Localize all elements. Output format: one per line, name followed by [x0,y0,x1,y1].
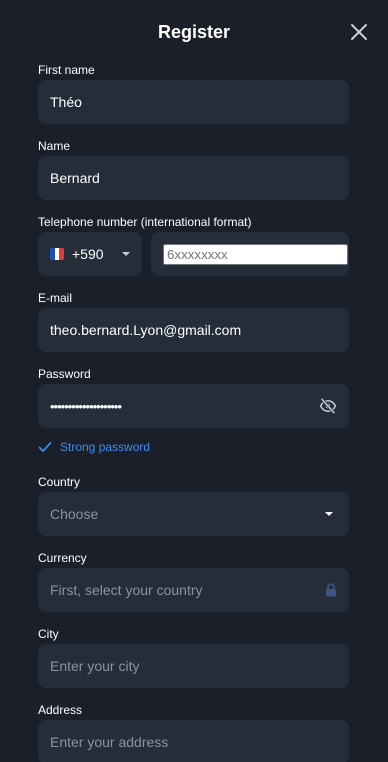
telephone-label: Telephone number (international format) [38,215,252,229]
currency-placeholder: First, select your country [50,582,203,598]
check-icon [38,442,52,452]
name-label: Name [38,139,71,153]
country-code-value: +590 [72,246,104,262]
country-code-select[interactable]: +590 [38,232,142,276]
email-value: theo.bernard.Lyon@gmail.com [50,322,242,338]
password-strength: Strong password [38,440,150,454]
close-icon [351,24,367,40]
close-button[interactable] [349,22,369,42]
password-field[interactable]: •••••••••••••••••••• [38,384,349,428]
register-modal: Register First name Théo Name Bernard Te… [9,0,379,762]
lock-icon [326,583,336,597]
first-name-value: Théo [50,94,82,110]
phone-number-field[interactable] [151,232,349,276]
country-select[interactable]: Choose [38,492,349,536]
modal-title: Register [157,22,231,42]
toggle-password-button[interactable] [319,397,337,415]
city-input[interactable] [50,658,337,674]
eye-off-icon [319,398,337,414]
city-field[interactable] [38,644,349,688]
phone-number-input[interactable] [163,243,348,265]
first-name-label: First name [38,63,95,77]
first-name-field[interactable]: Théo [38,80,349,124]
currency-select[interactable]: First, select your country [38,568,349,612]
password-value: •••••••••••••••••••• [50,398,122,414]
france-flag-icon [50,248,65,260]
password-label: Password [38,367,91,381]
currency-label: Currency [38,551,87,565]
address-label: Address [38,703,83,717]
name-value: Bernard [50,170,100,186]
email-label: E-mail [38,291,73,305]
chevron-down-icon [122,252,130,256]
chevron-down-icon [325,512,333,516]
city-label: City [38,627,59,641]
address-field[interactable] [38,720,349,762]
country-placeholder: Choose [50,506,99,522]
password-strength-text: Strong password [60,440,151,454]
address-input[interactable] [50,734,337,750]
country-label: Country [38,475,81,489]
name-field[interactable]: Bernard [38,156,349,200]
email-field[interactable]: theo.bernard.Lyon@gmail.com [38,308,349,352]
